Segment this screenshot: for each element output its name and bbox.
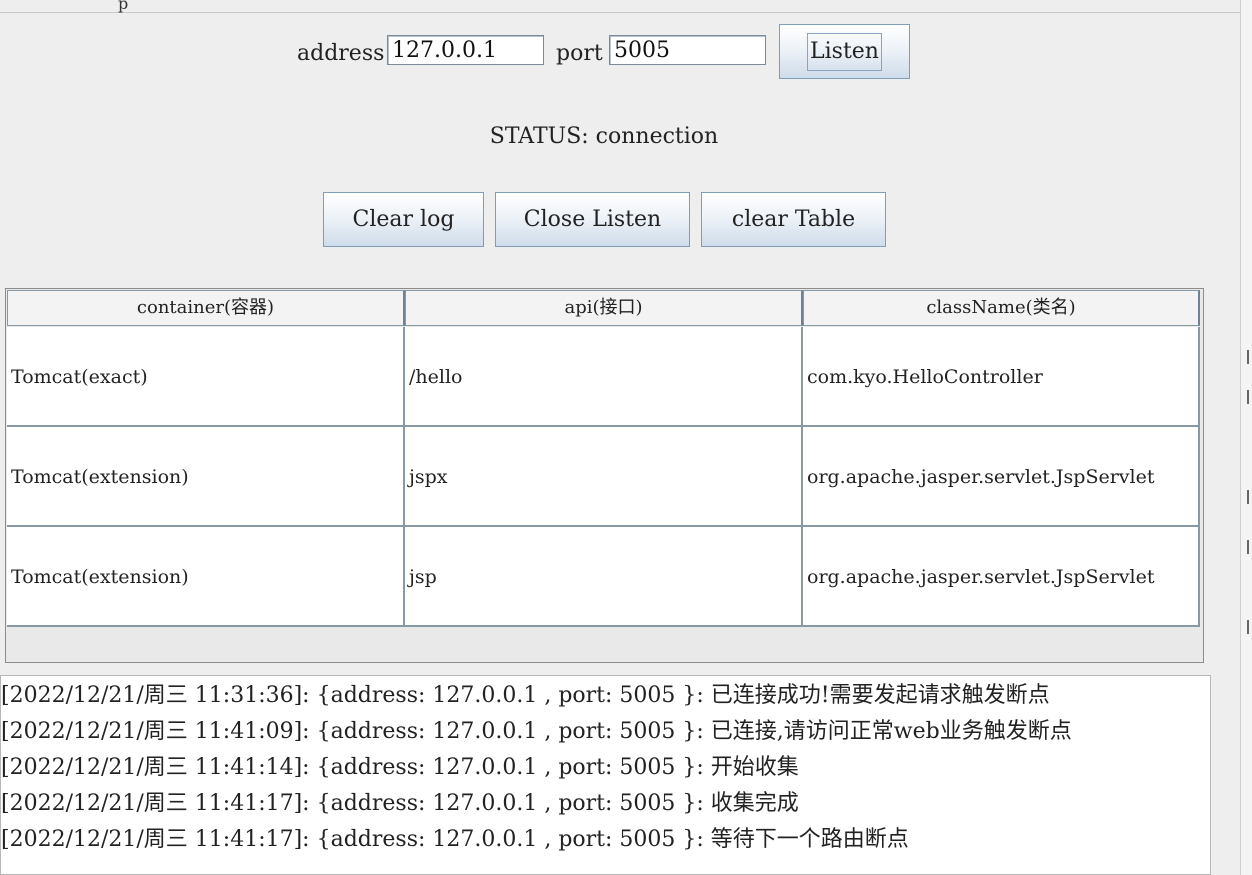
port-label: port [556,41,603,66]
log-line: [2022/12/21/周三 11:41:17]: {address: 127.… [1,827,909,852]
log-line: [2022/12/21/周三 11:41:14]: {address: 127.… [1,755,799,780]
window-title-fragment: p [118,0,129,13]
table-row[interactable]: Tomcat(exact) /hello com.kyo.HelloContro… [7,327,1200,427]
edge-tick-icon [1247,350,1252,364]
column-header-api[interactable]: api(接口) [405,290,803,326]
table-cell[interactable]: Tomcat(exact) [7,327,405,427]
table-cell[interactable]: jsp [405,527,803,627]
column-header-classname[interactable]: className(类名) [803,290,1200,326]
log-line: [2022/12/21/周三 11:41:17]: {address: 127.… [1,791,799,816]
table-cell[interactable]: jspx [405,427,803,527]
route-table: container(容器) api(接口) className(类名) Tomc… [5,288,1204,663]
status-text: STATUS: connection [489,124,719,149]
address-input[interactable]: 127.0.0.1 [387,35,544,65]
edge-tick-icon [1247,540,1252,554]
table-body: Tomcat(exact) /hello com.kyo.HelloContro… [7,327,1200,627]
edge-tick-icon [1247,490,1252,504]
table-cell[interactable]: com.kyo.HelloController [803,327,1200,427]
log-line: [2022/12/21/周三 11:31:36]: {address: 127.… [1,683,1050,708]
table-header: container(容器) api(接口) className(类名) [7,290,1200,326]
edge-tick-icon [1247,390,1252,404]
address-label: address [297,41,385,66]
table-cell[interactable]: org.apache.jasper.servlet.JspServlet [803,427,1200,527]
table-cell[interactable]: /hello [405,327,803,427]
table-cell[interactable]: Tomcat(extension) [7,527,405,627]
window-top-edge: p [0,0,1240,13]
port-input[interactable]: 5005 [609,35,766,65]
log-line: [2022/12/21/周三 11:41:09]: {address: 127.… [1,719,1072,744]
table-cell[interactable]: Tomcat(extension) [7,427,405,527]
listen-button-label: Listen [807,32,882,71]
close-listen-button[interactable]: Close Listen [495,192,690,247]
clear-table-button[interactable]: clear Table [701,192,886,247]
listen-button[interactable]: Listen [779,24,910,79]
table-cell[interactable]: org.apache.jasper.servlet.JspServlet [803,527,1200,627]
table-row[interactable]: Tomcat(extension) jsp org.apache.jasper.… [7,527,1200,627]
clear-log-button[interactable]: Clear log [323,192,484,247]
table-row[interactable]: Tomcat(extension) jspx org.apache.jasper… [7,427,1200,527]
window-right-edge [1240,0,1252,875]
log-area[interactable]: [2022/12/21/周三 11:31:36]: {address: 127.… [0,675,1211,875]
column-header-container[interactable]: container(容器) [7,290,405,326]
edge-tick-icon [1247,620,1252,634]
